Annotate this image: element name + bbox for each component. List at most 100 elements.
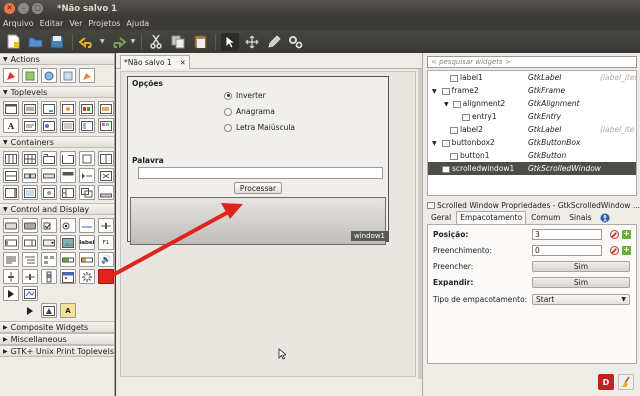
offscreen-window-icon[interactable]	[22, 101, 38, 116]
add-preenchimento-icon[interactable]: +	[622, 246, 631, 255]
radio-button-icon[interactable]	[60, 218, 76, 233]
add-posicao-icon[interactable]: +	[622, 230, 631, 239]
devhelp-icon[interactable]: D	[598, 374, 614, 390]
radio-anagrama[interactable]: Anagrama	[224, 107, 275, 116]
tree-row-label1[interactable]: label1 GtkLabel (label_iter	[428, 71, 636, 84]
arrow-widget-icon[interactable]	[3, 286, 19, 301]
menubar-widget-icon[interactable]	[60, 168, 76, 183]
input-dialog-icon[interactable]	[22, 118, 38, 133]
close-window-button[interactable]: ✕	[4, 3, 15, 14]
alignment-icon[interactable]	[98, 168, 114, 183]
icon-view-icon[interactable]	[41, 252, 57, 267]
volume-button-icon[interactable]: 🔊	[98, 252, 114, 267]
menu-arquivo[interactable]: Arquivo	[3, 19, 34, 28]
tree-row-label2[interactable]: label2 GtkLabel (label_ite	[428, 123, 636, 136]
recent-action-icon[interactable]	[60, 68, 76, 83]
vscale-icon[interactable]	[3, 269, 19, 284]
tab-geral[interactable]: Geral	[427, 211, 455, 224]
button-widget-icon[interactable]	[3, 218, 19, 233]
window1-preview[interactable]: Opções Inverter Anagrama Letra Maiúscula…	[127, 76, 389, 245]
copy-icon[interactable]	[169, 33, 187, 51]
image-widget-icon[interactable]	[60, 235, 76, 250]
image-preview-icon[interactable]	[41, 303, 57, 318]
action-icon[interactable]	[3, 68, 19, 83]
accel-label-icon[interactable]: F1	[98, 235, 114, 250]
vscrollbar-icon[interactable]	[41, 269, 57, 284]
tree-row-alignment2[interactable]: ▼ alignment2 GtkAlignment	[428, 97, 636, 110]
scrolled-window-icon[interactable]	[3, 185, 19, 200]
radio-inverter[interactable]: Inverter	[224, 91, 266, 100]
expandir-toggle[interactable]: Sim	[532, 277, 630, 288]
menu-editar[interactable]: Editar	[40, 19, 64, 28]
box-icon[interactable]	[3, 151, 19, 166]
palette-section-containers[interactable]: ▼ Containers	[0, 136, 114, 148]
event-box-icon[interactable]	[41, 185, 57, 200]
preencher-toggle[interactable]: Sim	[532, 261, 630, 272]
tipo-empacotamento-combo[interactable]: Start ▼	[532, 294, 630, 305]
design-canvas[interactable]: Opções Inverter Anagrama Letra Maiúscula…	[120, 71, 416, 377]
toolbar-widget-icon[interactable]	[41, 168, 57, 183]
grid-icon[interactable]	[22, 151, 38, 166]
fixed-icon[interactable]	[98, 151, 114, 166]
play-arrow-icon[interactable]	[22, 303, 38, 318]
palette-section-control-display[interactable]: ▼ Control and Display	[0, 203, 114, 215]
tab-accessibility[interactable]	[596, 211, 614, 224]
hscale-icon[interactable]	[22, 269, 38, 284]
tab-comum[interactable]: Comum	[527, 211, 564, 224]
expander-widget-icon[interactable]	[79, 168, 95, 183]
palavra-entry[interactable]	[138, 167, 383, 179]
file-chooser-dialog-icon[interactable]	[98, 101, 114, 116]
expander-icon[interactable]: ▼	[432, 140, 437, 147]
maximize-window-button[interactable]: □	[32, 3, 43, 14]
notebook-icon[interactable]	[41, 151, 57, 166]
font-dialog-icon[interactable]: A	[3, 118, 19, 133]
app-chooser-dialog-icon[interactable]	[98, 118, 114, 133]
dialog-icon[interactable]	[41, 101, 57, 116]
select-pointer-icon[interactable]	[221, 32, 240, 51]
palette-section-toplevels[interactable]: ▼ Toplevels	[0, 86, 114, 98]
close-tab-icon[interactable]: ✕	[180, 59, 186, 67]
tab-sinais[interactable]: Sinais	[565, 211, 595, 224]
radio-action-icon[interactable]	[41, 68, 57, 83]
settings-gears-icon[interactable]	[287, 33, 305, 51]
undo-dropdown-icon[interactable]: ▼	[100, 38, 105, 45]
clear-broom-icon[interactable]	[618, 374, 634, 390]
level-bar-icon[interactable]	[79, 252, 95, 267]
recent-chooser-dialog-icon[interactable]	[60, 118, 76, 133]
scrolledwindow1-preview[interactable]	[130, 197, 386, 245]
edit-pencil-icon[interactable]	[265, 33, 283, 51]
link-button-icon[interactable]	[79, 218, 95, 233]
tree-row-entry1[interactable]: entry1 GtkEntry	[428, 110, 636, 123]
drag-resize-icon[interactable]	[243, 33, 261, 51]
save-file-icon[interactable]	[48, 33, 66, 51]
tab-empacotamento[interactable]: Empacotamento	[456, 211, 527, 224]
undo-icon[interactable]	[78, 33, 96, 51]
statusbar-icon[interactable]	[98, 185, 114, 200]
scale-button-icon[interactable]	[98, 218, 114, 233]
palette-section-actions[interactable]: ▼ Actions	[0, 53, 114, 65]
action-group-icon[interactable]	[79, 68, 95, 83]
tab-document[interactable]: *Não salvo 1 ✕	[120, 55, 190, 69]
combo-box-icon[interactable]	[41, 235, 57, 250]
button-box-icon[interactable]	[22, 168, 38, 183]
overlay-icon[interactable]	[79, 185, 95, 200]
label-widget-icon[interactable]: label	[79, 235, 95, 250]
message-dialog-icon[interactable]	[41, 118, 57, 133]
expander-icon[interactable]: ▼	[432, 88, 437, 95]
frame-icon[interactable]	[60, 151, 76, 166]
tree-row-buttonbox2[interactable]: ▼ buttonbox2 GtkButtonBox	[428, 136, 636, 149]
preenchimento-spinbutton[interactable]: 0	[532, 245, 602, 256]
progress-bar-icon[interactable]	[60, 252, 76, 267]
assistant-icon[interactable]	[79, 118, 95, 133]
spin-button-icon[interactable]	[22, 235, 38, 250]
viewport-icon[interactable]	[22, 185, 38, 200]
redo-dropdown-icon[interactable]: ▼	[131, 38, 136, 45]
paste-icon[interactable]	[191, 33, 209, 51]
tree-row-scrolledwindow1[interactable]: scrolledwindow1 GtkScrolledWindow	[428, 162, 636, 175]
tree-view-icon[interactable]	[22, 252, 38, 267]
color-dialog-icon[interactable]	[79, 101, 95, 116]
check-button-icon[interactable]	[41, 218, 57, 233]
palette-section-composite[interactable]: ▶ Composite Widgets	[0, 321, 114, 333]
menu-projetos[interactable]: Projetos	[88, 19, 120, 28]
entry-widget-icon[interactable]	[3, 235, 19, 250]
